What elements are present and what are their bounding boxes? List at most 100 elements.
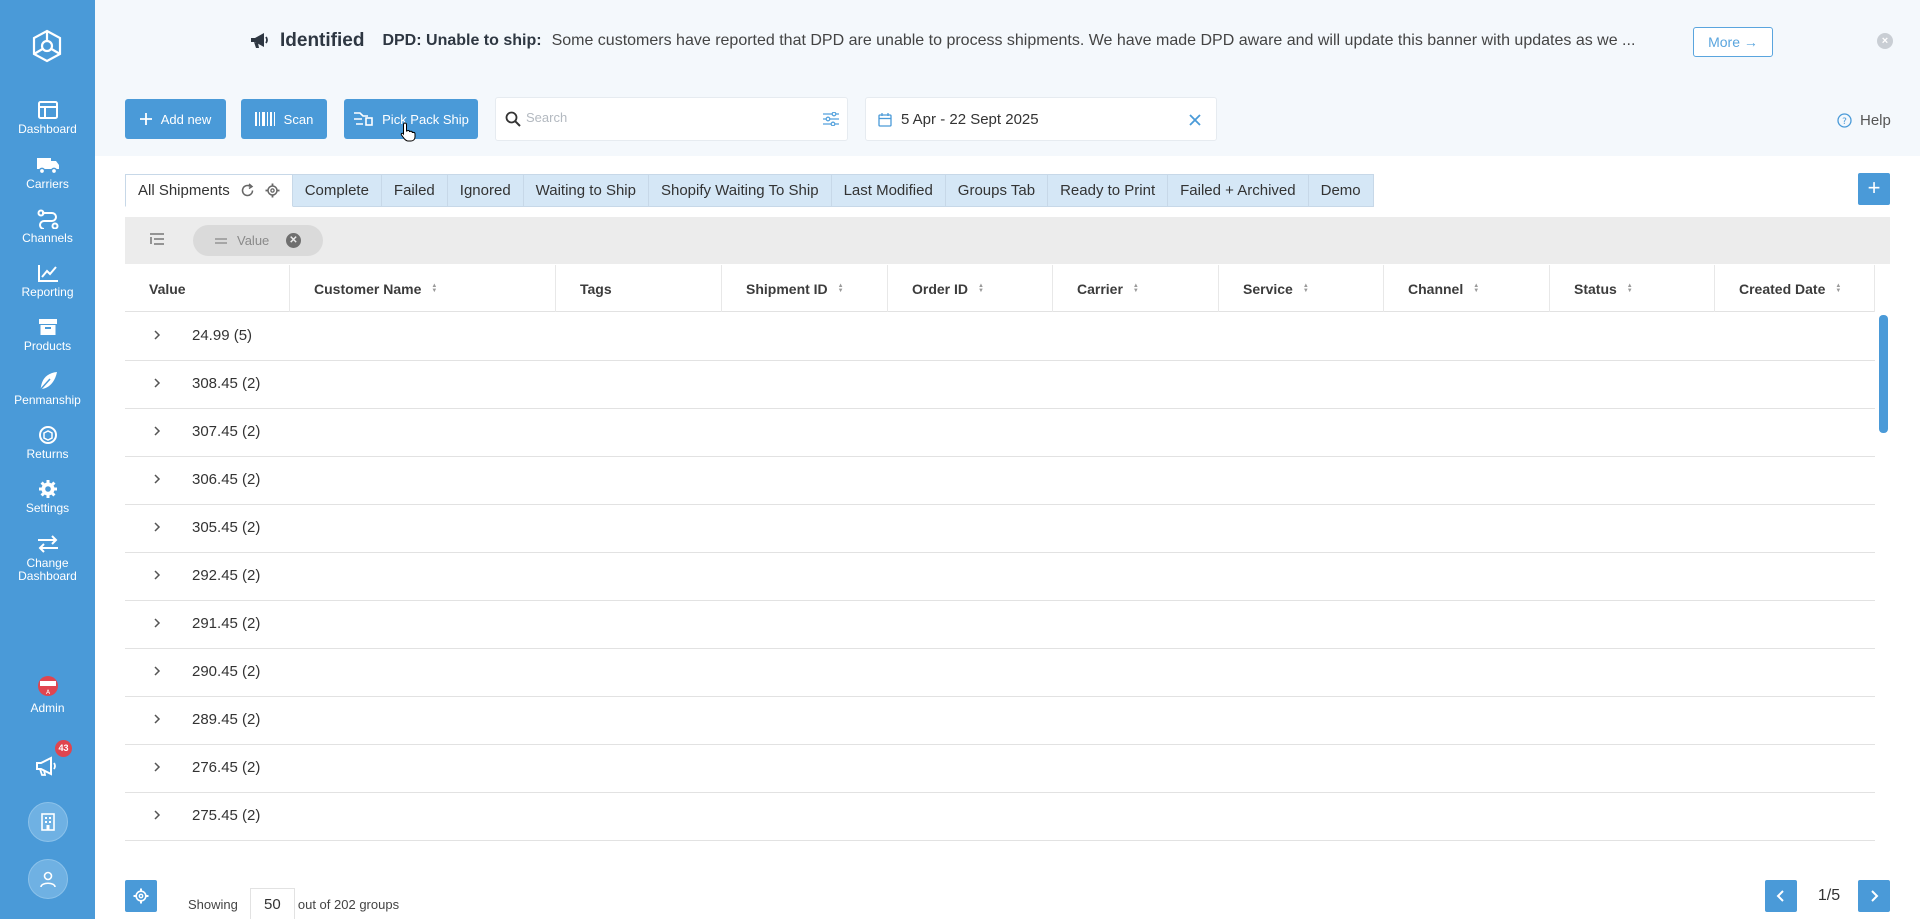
table-row[interactable]: 306.45 (2) <box>125 456 1875 505</box>
column-header-order-id[interactable]: Order ID ▲ ▼ <box>888 265 1053 312</box>
sidebar-item-carriers[interactable]: Carriers <box>0 155 95 191</box>
column-header-value[interactable]: Value <box>125 265 290 312</box>
sidebar-item-label: Products <box>23 339 72 353</box>
column-label: Order ID <box>912 280 969 297</box>
chevron-right-icon <box>1871 890 1879 902</box>
chevron-right-icon[interactable] <box>152 760 162 774</box>
column-header-created-date[interactable]: Created Date ▲ ▼ <box>1715 265 1875 312</box>
column-label: Created Date <box>1739 280 1826 297</box>
column-header-tags[interactable]: Tags <box>556 265 722 312</box>
sidebar-item-reporting[interactable]: Reporting <box>0 263 95 299</box>
sort-icon: ▲ ▼ <box>837 282 844 294</box>
next-page-button[interactable] <box>1858 880 1890 912</box>
chevron-right-icon[interactable] <box>152 328 162 342</box>
column-label: Carrier <box>1077 280 1123 297</box>
tab-label: Demo <box>1320 182 1361 199</box>
tab-settings-gear-icon[interactable] <box>265 183 280 198</box>
organization-button[interactable] <box>0 802 95 842</box>
drag-handle-icon[interactable] <box>215 237 227 244</box>
page-size-input[interactable] <box>249 888 295 919</box>
tab-label: All Shipments <box>138 182 230 199</box>
table-scrollbar[interactable] <box>1879 315 1888 433</box>
column-header-customer-name[interactable]: Customer Name ▲ ▼ <box>290 265 556 312</box>
returns-icon <box>38 426 57 444</box>
tab-all-shipments[interactable]: All Shipments <box>125 174 293 207</box>
table-row[interactable]: 291.45 (2) <box>125 600 1875 649</box>
tab-ignored[interactable]: Ignored <box>447 174 524 207</box>
filter-sliders-icon[interactable] <box>823 112 839 126</box>
group-value: 291.45 (2) <box>192 615 261 632</box>
chevron-right-icon[interactable] <box>152 520 162 534</box>
prev-page-button[interactable] <box>1765 880 1797 912</box>
table-settings-button[interactable] <box>125 880 157 912</box>
tab-complete[interactable]: Complete <box>292 174 382 207</box>
column-header-carrier[interactable]: Carrier ▲ ▼ <box>1053 265 1219 312</box>
list-indent-icon[interactable] <box>150 233 164 245</box>
group-value: 276.45 (2) <box>192 759 261 776</box>
sidebar-item-returns[interactable]: Returns <box>0 425 95 461</box>
tab-failed[interactable]: Failed <box>381 174 448 207</box>
sidebar-item-settings[interactable]: Settings <box>0 479 95 515</box>
sidebar-item-label: Carriers <box>26 177 69 191</box>
notifications-button[interactable]: 43 <box>0 740 95 780</box>
chevron-right-icon[interactable] <box>152 568 162 582</box>
banner-more-button[interactable]: More → <box>1693 27 1773 57</box>
sidebar-item-penmanship[interactable]: Penmanship <box>0 371 95 407</box>
remove-group-icon[interactable]: ✕ <box>286 233 301 248</box>
showing-label: Showing <box>188 896 238 912</box>
group-value: 306.45 (2) <box>192 471 261 488</box>
table-row[interactable]: 276.45 (2) <box>125 744 1875 793</box>
table-row[interactable]: 24.99 (5) <box>125 312 1875 361</box>
sidebar-item-change-dashboard[interactable]: Change Dashboard <box>0 534 95 583</box>
refresh-icon[interactable] <box>240 183 255 198</box>
column-header-channel[interactable]: Channel ▲ ▼ <box>1384 265 1550 312</box>
chevron-right-icon[interactable] <box>152 664 162 678</box>
chart-line-icon <box>37 265 58 282</box>
tab-waiting-to-ship[interactable]: Waiting to Ship <box>523 174 649 207</box>
chevron-right-icon[interactable] <box>152 616 162 630</box>
chevron-right-icon[interactable] <box>152 808 162 822</box>
chevron-right-icon[interactable] <box>152 424 162 438</box>
sidebar-item-products[interactable]: Products <box>0 317 95 353</box>
search-field[interactable] <box>495 97 848 141</box>
sidebar-item-channels[interactable]: Channels <box>0 209 95 245</box>
column-header-service[interactable]: Service ▲ ▼ <box>1219 265 1384 312</box>
table-row[interactable]: 292.45 (2) <box>125 552 1875 601</box>
chevron-right-icon[interactable] <box>152 376 162 390</box>
help-link[interactable]: ? Help <box>1837 112 1891 129</box>
add-new-button[interactable]: Add new <box>125 99 226 139</box>
scan-button[interactable]: Scan <box>241 99 327 139</box>
search-input[interactable] <box>526 110 806 125</box>
chevron-right-icon[interactable] <box>152 712 162 726</box>
clear-date-icon[interactable] <box>1189 114 1201 126</box>
table-row[interactable]: 307.45 (2) <box>125 408 1875 457</box>
tab-ready-to-print[interactable]: Ready to Print <box>1048 174 1169 207</box>
add-tab-button[interactable]: + <box>1858 173 1890 205</box>
sort-icon: ▲ ▼ <box>1626 282 1633 294</box>
sidebar-item-dashboard[interactable]: Dashboard <box>0 100 95 136</box>
sidebar-item-label: Settings <box>25 501 70 515</box>
logo-icon[interactable] <box>29 28 65 64</box>
tab-shopify-waiting-to-ship[interactable]: Shopify Waiting To Ship <box>648 174 832 207</box>
banner-close-icon[interactable]: × <box>1877 33 1893 49</box>
chevron-right-icon[interactable] <box>152 472 162 486</box>
help-icon: ? <box>1837 113 1852 128</box>
group-chip[interactable]: Value ✕ <box>193 225 323 256</box>
table-row[interactable]: 275.45 (2) <box>125 792 1875 841</box>
column-header-status[interactable]: Status ▲ ▼ <box>1550 265 1715 312</box>
tab-groups-tab[interactable]: Groups Tab <box>945 174 1049 207</box>
table-row[interactable]: 289.45 (2) <box>125 696 1875 745</box>
toolbar: Add new Scan Pick Pack Ship 5 Apr - 22 S… <box>95 85 1920 156</box>
tab-last-modified[interactable]: Last Modified <box>831 174 946 207</box>
sidebar-item-admin[interactable]: A Admin <box>0 673 95 715</box>
user-profile-button[interactable] <box>0 859 95 899</box>
column-header-shipment-id[interactable]: Shipment ID ▲ ▼ <box>722 265 888 312</box>
date-range-picker[interactable]: 5 Apr - 22 Sept 2025 <box>865 97 1217 141</box>
table-row[interactable]: 290.45 (2) <box>125 648 1875 697</box>
truck-icon <box>36 158 59 175</box>
tab-demo[interactable]: Demo <box>1308 174 1374 207</box>
tab-failed-archived[interactable]: Failed + Archived <box>1168 174 1309 207</box>
table-row[interactable]: 305.45 (2) <box>125 504 1875 553</box>
table-row[interactable]: 308.45 (2) <box>125 360 1875 409</box>
group-value: 290.45 (2) <box>192 663 261 680</box>
